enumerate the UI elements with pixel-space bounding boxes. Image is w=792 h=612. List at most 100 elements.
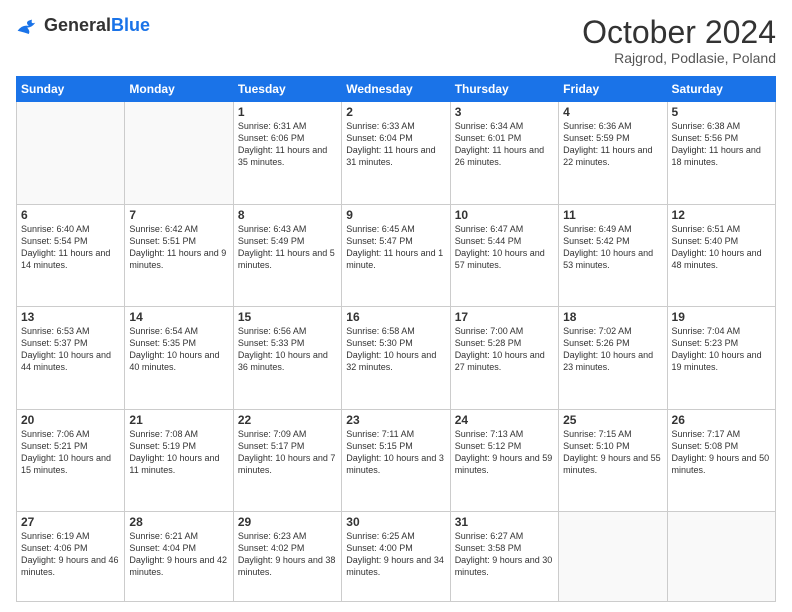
day-number: 28 bbox=[129, 515, 228, 529]
sunrise-text: Sunrise: 6:25 AM bbox=[346, 530, 445, 542]
calendar-week-row: 6Sunrise: 6:40 AMSunset: 5:54 PMDaylight… bbox=[17, 204, 776, 307]
day-number: 20 bbox=[21, 413, 120, 427]
day-number: 26 bbox=[672, 413, 771, 427]
cell-content: Sunrise: 6:25 AMSunset: 4:00 PMDaylight:… bbox=[346, 530, 445, 579]
daylight-text: Daylight: 10 hours and 15 minutes. bbox=[21, 452, 120, 476]
sunset-text: Sunset: 5:28 PM bbox=[455, 337, 554, 349]
location: Rajgrod, Podlasie, Poland bbox=[582, 50, 776, 66]
table-row: 28Sunrise: 6:21 AMSunset: 4:04 PMDayligh… bbox=[125, 512, 233, 602]
day-number: 1 bbox=[238, 105, 337, 119]
sunset-text: Sunset: 5:33 PM bbox=[238, 337, 337, 349]
table-row: 25Sunrise: 7:15 AMSunset: 5:10 PMDayligh… bbox=[559, 409, 667, 512]
daylight-text: Daylight: 9 hours and 50 minutes. bbox=[672, 452, 771, 476]
daylight-text: Daylight: 10 hours and 40 minutes. bbox=[129, 349, 228, 373]
sunrise-text: Sunrise: 6:19 AM bbox=[21, 530, 120, 542]
table-row bbox=[17, 102, 125, 205]
sunset-text: Sunset: 5:21 PM bbox=[21, 440, 120, 452]
day-number: 29 bbox=[238, 515, 337, 529]
sunrise-text: Sunrise: 6:54 AM bbox=[129, 325, 228, 337]
day-number: 11 bbox=[563, 208, 662, 222]
table-row: 21Sunrise: 7:08 AMSunset: 5:19 PMDayligh… bbox=[125, 409, 233, 512]
table-row: 12Sunrise: 6:51 AMSunset: 5:40 PMDayligh… bbox=[667, 204, 775, 307]
table-row: 29Sunrise: 6:23 AMSunset: 4:02 PMDayligh… bbox=[233, 512, 341, 602]
cell-content: Sunrise: 7:13 AMSunset: 5:12 PMDaylight:… bbox=[455, 428, 554, 477]
daylight-text: Daylight: 11 hours and 14 minutes. bbox=[21, 247, 120, 271]
sunset-text: Sunset: 4:00 PM bbox=[346, 542, 445, 554]
daylight-text: Daylight: 11 hours and 31 minutes. bbox=[346, 144, 445, 168]
header: GeneralBlue October 2024 Rajgrod, Podlas… bbox=[16, 16, 776, 66]
day-number: 2 bbox=[346, 105, 445, 119]
sunrise-text: Sunrise: 6:42 AM bbox=[129, 223, 228, 235]
cell-content: Sunrise: 7:02 AMSunset: 5:26 PMDaylight:… bbox=[563, 325, 662, 374]
daylight-text: Daylight: 11 hours and 5 minutes. bbox=[238, 247, 337, 271]
daylight-text: Daylight: 10 hours and 7 minutes. bbox=[238, 452, 337, 476]
sunset-text: Sunset: 3:58 PM bbox=[455, 542, 554, 554]
day-number: 17 bbox=[455, 310, 554, 324]
cell-content: Sunrise: 6:23 AMSunset: 4:02 PMDaylight:… bbox=[238, 530, 337, 579]
table-row: 3Sunrise: 6:34 AMSunset: 6:01 PMDaylight… bbox=[450, 102, 558, 205]
sunrise-text: Sunrise: 6:56 AM bbox=[238, 325, 337, 337]
cell-content: Sunrise: 6:36 AMSunset: 5:59 PMDaylight:… bbox=[563, 120, 662, 169]
table-row: 13Sunrise: 6:53 AMSunset: 5:37 PMDayligh… bbox=[17, 307, 125, 410]
daylight-text: Daylight: 10 hours and 32 minutes. bbox=[346, 349, 445, 373]
cell-content: Sunrise: 6:38 AMSunset: 5:56 PMDaylight:… bbox=[672, 120, 771, 169]
month-title: October 2024 bbox=[582, 16, 776, 48]
cell-content: Sunrise: 7:04 AMSunset: 5:23 PMDaylight:… bbox=[672, 325, 771, 374]
sunset-text: Sunset: 5:10 PM bbox=[563, 440, 662, 452]
day-number: 5 bbox=[672, 105, 771, 119]
sunset-text: Sunset: 5:23 PM bbox=[672, 337, 771, 349]
sunrise-text: Sunrise: 7:11 AM bbox=[346, 428, 445, 440]
col-saturday: Saturday bbox=[667, 77, 775, 102]
table-row: 7Sunrise: 6:42 AMSunset: 5:51 PMDaylight… bbox=[125, 204, 233, 307]
cell-content: Sunrise: 6:54 AMSunset: 5:35 PMDaylight:… bbox=[129, 325, 228, 374]
day-number: 14 bbox=[129, 310, 228, 324]
day-number: 19 bbox=[672, 310, 771, 324]
sunrise-text: Sunrise: 7:09 AM bbox=[238, 428, 337, 440]
daylight-text: Daylight: 11 hours and 9 minutes. bbox=[129, 247, 228, 271]
cell-content: Sunrise: 6:58 AMSunset: 5:30 PMDaylight:… bbox=[346, 325, 445, 374]
cell-content: Sunrise: 7:09 AMSunset: 5:17 PMDaylight:… bbox=[238, 428, 337, 477]
sunrise-text: Sunrise: 7:04 AM bbox=[672, 325, 771, 337]
sunset-text: Sunset: 5:59 PM bbox=[563, 132, 662, 144]
day-number: 31 bbox=[455, 515, 554, 529]
page: GeneralBlue October 2024 Rajgrod, Podlas… bbox=[0, 0, 792, 612]
sunrise-text: Sunrise: 6:34 AM bbox=[455, 120, 554, 132]
day-number: 7 bbox=[129, 208, 228, 222]
col-sunday: Sunday bbox=[17, 77, 125, 102]
col-wednesday: Wednesday bbox=[342, 77, 450, 102]
table-row: 24Sunrise: 7:13 AMSunset: 5:12 PMDayligh… bbox=[450, 409, 558, 512]
cell-content: Sunrise: 7:15 AMSunset: 5:10 PMDaylight:… bbox=[563, 428, 662, 477]
sunset-text: Sunset: 5:12 PM bbox=[455, 440, 554, 452]
sunset-text: Sunset: 5:30 PM bbox=[346, 337, 445, 349]
day-number: 10 bbox=[455, 208, 554, 222]
daylight-text: Daylight: 10 hours and 27 minutes. bbox=[455, 349, 554, 373]
table-row: 16Sunrise: 6:58 AMSunset: 5:30 PMDayligh… bbox=[342, 307, 450, 410]
day-number: 22 bbox=[238, 413, 337, 427]
table-row: 10Sunrise: 6:47 AMSunset: 5:44 PMDayligh… bbox=[450, 204, 558, 307]
day-number: 9 bbox=[346, 208, 445, 222]
table-row: 30Sunrise: 6:25 AMSunset: 4:00 PMDayligh… bbox=[342, 512, 450, 602]
sunset-text: Sunset: 6:06 PM bbox=[238, 132, 337, 144]
sunrise-text: Sunrise: 7:15 AM bbox=[563, 428, 662, 440]
table-row: 27Sunrise: 6:19 AMSunset: 4:06 PMDayligh… bbox=[17, 512, 125, 602]
day-number: 23 bbox=[346, 413, 445, 427]
sunset-text: Sunset: 5:35 PM bbox=[129, 337, 228, 349]
sunset-text: Sunset: 5:17 PM bbox=[238, 440, 337, 452]
day-number: 6 bbox=[21, 208, 120, 222]
sunset-text: Sunset: 5:26 PM bbox=[563, 337, 662, 349]
daylight-text: Daylight: 9 hours and 59 minutes. bbox=[455, 452, 554, 476]
day-number: 8 bbox=[238, 208, 337, 222]
daylight-text: Daylight: 11 hours and 26 minutes. bbox=[455, 144, 554, 168]
table-row: 11Sunrise: 6:49 AMSunset: 5:42 PMDayligh… bbox=[559, 204, 667, 307]
daylight-text: Daylight: 9 hours and 42 minutes. bbox=[129, 554, 228, 578]
daylight-text: Daylight: 10 hours and 11 minutes. bbox=[129, 452, 228, 476]
daylight-text: Daylight: 10 hours and 36 minutes. bbox=[238, 349, 337, 373]
cell-content: Sunrise: 6:40 AMSunset: 5:54 PMDaylight:… bbox=[21, 223, 120, 272]
sunrise-text: Sunrise: 6:51 AM bbox=[672, 223, 771, 235]
day-number: 3 bbox=[455, 105, 554, 119]
sunset-text: Sunset: 5:47 PM bbox=[346, 235, 445, 247]
day-number: 30 bbox=[346, 515, 445, 529]
daylight-text: Daylight: 11 hours and 1 minute. bbox=[346, 247, 445, 271]
daylight-text: Daylight: 10 hours and 44 minutes. bbox=[21, 349, 120, 373]
sunset-text: Sunset: 5:49 PM bbox=[238, 235, 337, 247]
